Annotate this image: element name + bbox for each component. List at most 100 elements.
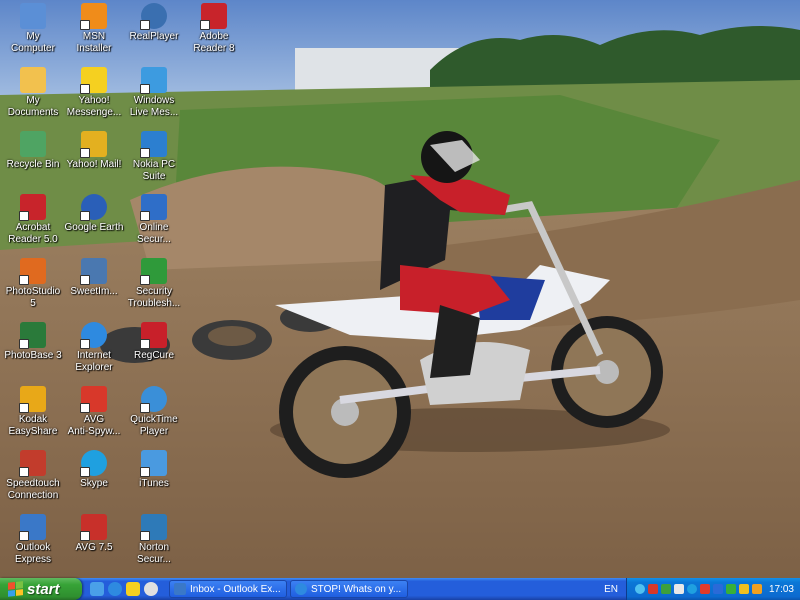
network-icon[interactable] — [634, 584, 645, 594]
desktop-icon-label: iTunes — [139, 478, 169, 489]
taskbar: start Inbox - Outlook Ex... STOP! Whats … — [0, 578, 800, 600]
yahoo-messenger-icon — [80, 67, 107, 94]
quick-launch-bar — [82, 582, 166, 596]
regcure-icon — [140, 322, 167, 349]
desktop-icon-yahoo-messenger[interactable]: Yahoo! Messenge... — [61, 67, 127, 119]
desktop-icon-kodak-easyshare[interactable]: Kodak EasyShare — [0, 386, 66, 438]
adobe-reader-icon — [200, 3, 227, 30]
messenger-tray-icon[interactable] — [725, 584, 736, 594]
desktop-icon-label: Nokia PC Suite — [132, 159, 176, 182]
sweetim-icon — [80, 258, 107, 285]
itunes-icon — [140, 450, 167, 477]
msn-tray-icon[interactable] — [660, 584, 671, 594]
internet-explorer-icon — [295, 583, 307, 595]
windows-live-messenger-icon — [140, 67, 167, 94]
desktop-icon-label: My Computer — [11, 31, 55, 54]
my-documents-icon — [20, 67, 46, 93]
speedtouch-icon — [19, 450, 46, 477]
quicktime-icon — [140, 386, 167, 413]
msn-installer-icon — [80, 3, 107, 30]
desktop-icon-yahoo-mail[interactable]: Yahoo! Mail! — [61, 131, 127, 171]
desktop-icon-quicktime[interactable]: QuickTime Player — [121, 386, 187, 438]
desktop-icon-avg-antispyware[interactable]: AVG Anti-Spyw... — [61, 386, 127, 438]
taskbar-button-outlook-inbox[interactable]: Inbox - Outlook Ex... — [169, 580, 287, 598]
taskbar-button-label: STOP! Whats on y... — [311, 583, 402, 595]
volume-icon[interactable] — [673, 584, 684, 594]
desktop-icon-itunes[interactable]: iTunes — [121, 450, 187, 490]
desktop-icon-msn-installer[interactable]: MSN Installer — [61, 3, 127, 55]
desktop-icon-label: Norton Secur... — [137, 542, 171, 565]
desktop-icon-label: Security Troublesh... — [127, 286, 181, 309]
desktop-icon-regcure[interactable]: RegCure — [121, 322, 187, 362]
desktop-icon-label: Recycle Bin — [6, 159, 60, 170]
desktop-icon-photobase[interactable]: PhotoBase 3 — [0, 322, 66, 362]
show-desktop-icon[interactable] — [90, 582, 104, 596]
taskbar-button-browser-window[interactable]: STOP! Whats on y... — [290, 580, 408, 598]
desktop-icon-sweetim[interactable]: SweetIm... — [61, 258, 127, 298]
internet-explorer-icon — [80, 322, 107, 349]
desktop-icon-label: Yahoo! Messenge... — [66, 95, 122, 118]
desktop-icon-avg[interactable]: AVG 7.5 — [61, 514, 127, 554]
desktop-icon-label: Kodak EasyShare — [8, 414, 58, 437]
desktop-icon-label: Internet Explorer — [75, 350, 113, 373]
desktop-icon-internet-explorer[interactable]: Internet Explorer — [61, 322, 127, 374]
desktop-icon-skype[interactable]: Skype — [61, 450, 127, 490]
windows-logo-icon — [8, 581, 23, 597]
desktop-icon-label: Outlook Express — [14, 542, 52, 565]
desktop-icon-outlook-express[interactable]: Outlook Express — [0, 514, 66, 566]
desktop-icon-acrobat-reader[interactable]: Acrobat Reader 5.0 — [0, 194, 66, 246]
clock[interactable]: 17:03 — [769, 584, 794, 595]
desktop-icon-label: Online Secur... — [137, 222, 171, 245]
security-tray-icon[interactable] — [699, 584, 710, 594]
desktop-icon-label: Acrobat Reader 5.0 — [8, 222, 58, 245]
desktop-icon-my-documents[interactable]: My Documents — [0, 67, 66, 119]
desktop-icon-photostudio[interactable]: PhotoStudio 5 — [0, 258, 66, 310]
desktop-icon-area: My Computer My Documents Recycle Bin Acr… — [0, 0, 235, 578]
desktop-icon-label: PhotoBase 3 — [4, 350, 62, 361]
language-indicator[interactable]: EN — [604, 584, 618, 595]
desktop-icon-security-troubleshooter[interactable]: Security Troublesh... — [121, 258, 187, 310]
desktop-icon-windows-live-messenger[interactable]: Windows Live Mes... — [121, 67, 187, 119]
google-earth-icon — [80, 194, 107, 221]
desktop-icon-my-computer[interactable]: My Computer — [0, 3, 66, 55]
norton-security-icon — [140, 514, 167, 541]
desktop-icon-adobe-reader[interactable]: Adobe Reader 8 — [181, 3, 247, 55]
desktop-icon-label: Speedtouch Connection — [6, 478, 60, 501]
desktop-icon-label: My Documents — [7, 95, 59, 118]
desktop-icon-google-earth[interactable]: Google Earth — [61, 194, 127, 234]
desktop-icon-label: RealPlayer — [129, 31, 179, 42]
desktop-icon-label: PhotoStudio 5 — [5, 286, 61, 309]
desktop-icon-label: Google Earth — [64, 222, 124, 233]
desktop-icon-label: Yahoo! Mail! — [66, 159, 122, 170]
desktop-icon-realplayer[interactable]: RealPlayer — [121, 3, 187, 43]
avg-tray-icon[interactable] — [647, 584, 658, 594]
realplayer-icon — [140, 3, 167, 30]
skype-icon — [80, 450, 107, 477]
bluetooth-icon[interactable] — [712, 584, 723, 594]
desktop-icon-label: SweetIm... — [70, 286, 118, 297]
desktop-icon-label: Windows Live Mes... — [129, 95, 179, 118]
acrobat-reader-icon — [19, 194, 46, 221]
system-tray: 17:03 — [625, 578, 800, 600]
photobase-icon — [19, 322, 46, 349]
kodak-easyshare-icon — [19, 386, 46, 413]
avg-icon — [80, 514, 107, 541]
outlook-express-icon — [174, 583, 186, 595]
desktop-icon-speedtouch[interactable]: Speedtouch Connection — [0, 450, 66, 502]
start-button[interactable]: start — [0, 578, 82, 600]
internet-explorer-icon[interactable] — [108, 582, 122, 596]
desktop-icon-recycle-bin[interactable]: Recycle Bin — [0, 131, 66, 171]
recycle-bin-icon — [20, 131, 46, 157]
desktop-icon-norton-security[interactable]: Norton Secur... — [121, 514, 187, 566]
norton-tray-icon[interactable] — [738, 584, 749, 594]
update-tray-icon[interactable] — [751, 584, 762, 594]
photostudio-icon — [19, 258, 46, 285]
skype-tray-icon[interactable] — [686, 584, 697, 594]
desktop-icon-online-security[interactable]: Online Secur... — [121, 194, 187, 246]
desktop-icon-label: AVG Anti-Spyw... — [67, 414, 121, 437]
desktop-icon-label: AVG 7.5 — [75, 542, 113, 553]
avg-antispyware-icon — [80, 386, 107, 413]
yahoo-messenger-icon[interactable] — [126, 582, 140, 596]
desktop-icon-nokia-pc-suite[interactable]: Nokia PC Suite — [121, 131, 187, 183]
windows-media-icon[interactable] — [144, 582, 158, 596]
